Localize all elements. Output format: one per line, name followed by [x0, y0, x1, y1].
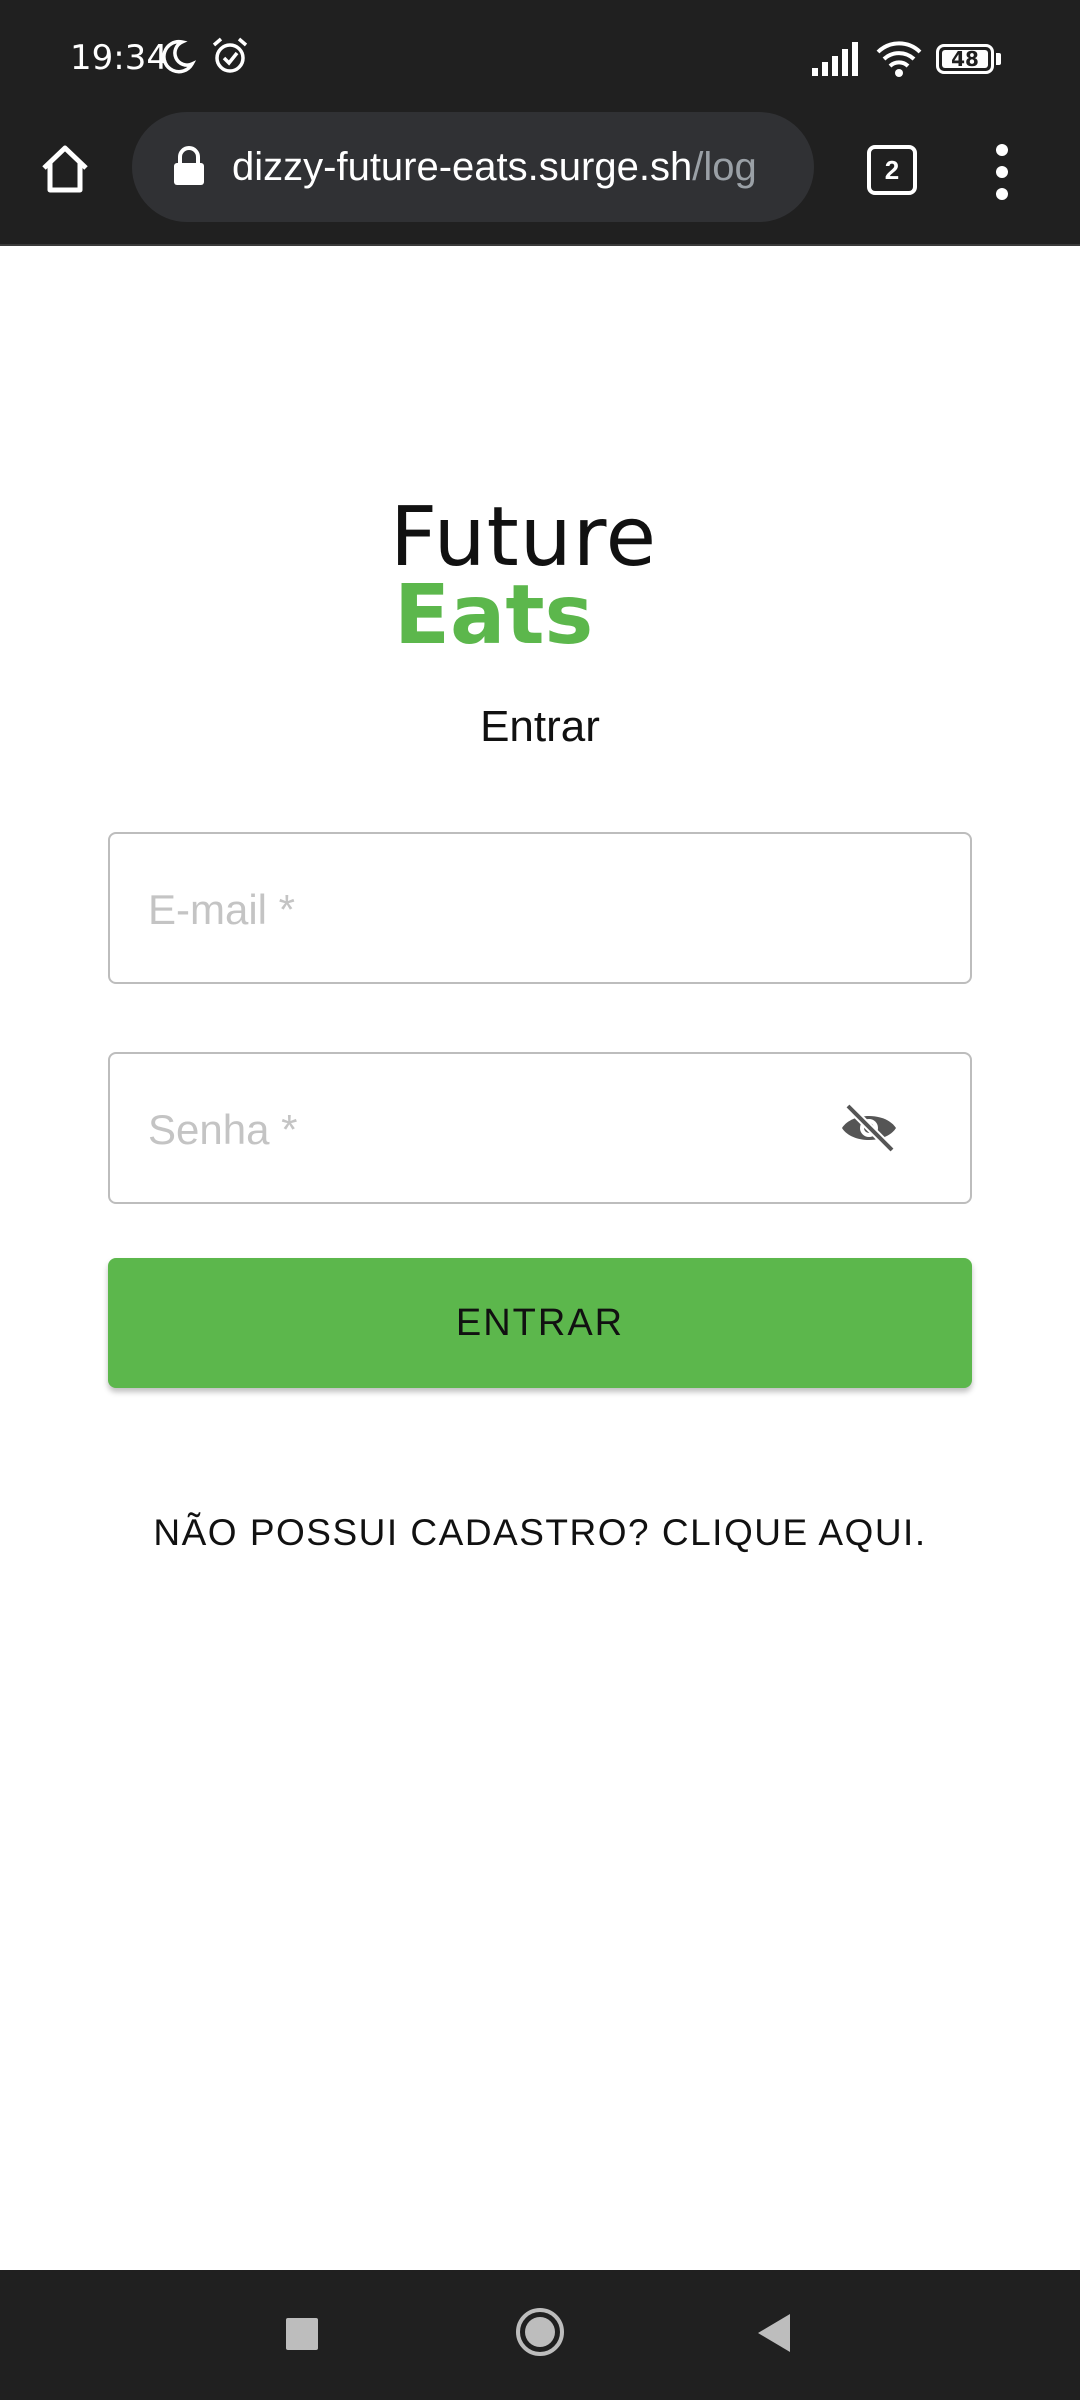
signup-link[interactable]: NÃO POSSUI CADASTRO? CLIQUE AQUI. — [0, 1512, 1080, 1554]
tab-count: 2 — [884, 154, 900, 185]
url-host: dizzy-future-eats.surge.sh — [232, 145, 693, 189]
future-eats-logo: Future Eats — [390, 490, 710, 663]
home-icon[interactable] — [36, 140, 94, 198]
password-field[interactable]: Senha * — [108, 1052, 972, 1204]
tabs-button[interactable]: 2 — [867, 145, 917, 195]
status-bar: 19:34 48 — [0, 0, 1080, 118]
url-text: dizzy-future-eats.surge.sh/log — [232, 112, 794, 222]
moon-icon — [162, 39, 196, 74]
system-nav-bar — [0, 2270, 1080, 2400]
password-placeholder: Senha * — [148, 1106, 298, 1153]
eye-off-icon[interactable] — [838, 1100, 900, 1156]
email-field[interactable]: E-mail * — [108, 832, 972, 984]
alarm-icon — [212, 37, 248, 73]
battery-level: 48 — [951, 47, 979, 71]
url-path: /log — [692, 145, 757, 189]
email-placeholder: E-mail * — [148, 886, 296, 933]
address-bar[interactable]: dizzy-future-eats.surge.sh/log — [132, 112, 814, 222]
nav-back-icon[interactable] — [754, 2312, 794, 2354]
lock-icon — [174, 146, 204, 185]
battery-cap — [996, 53, 1001, 65]
login-button[interactable]: ENTRAR — [108, 1258, 972, 1388]
nav-recents-icon[interactable] — [286, 2318, 318, 2350]
nav-home-icon[interactable] — [514, 2306, 566, 2358]
signal-icon — [812, 42, 858, 76]
logo-eats: Eats — [394, 568, 594, 663]
battery-icon: 48 — [936, 44, 994, 74]
status-time: 19:34 — [70, 38, 168, 78]
wifi-icon — [876, 41, 922, 77]
more-menu-icon[interactable] — [988, 144, 1016, 200]
page-title: Entrar — [480, 702, 600, 751]
